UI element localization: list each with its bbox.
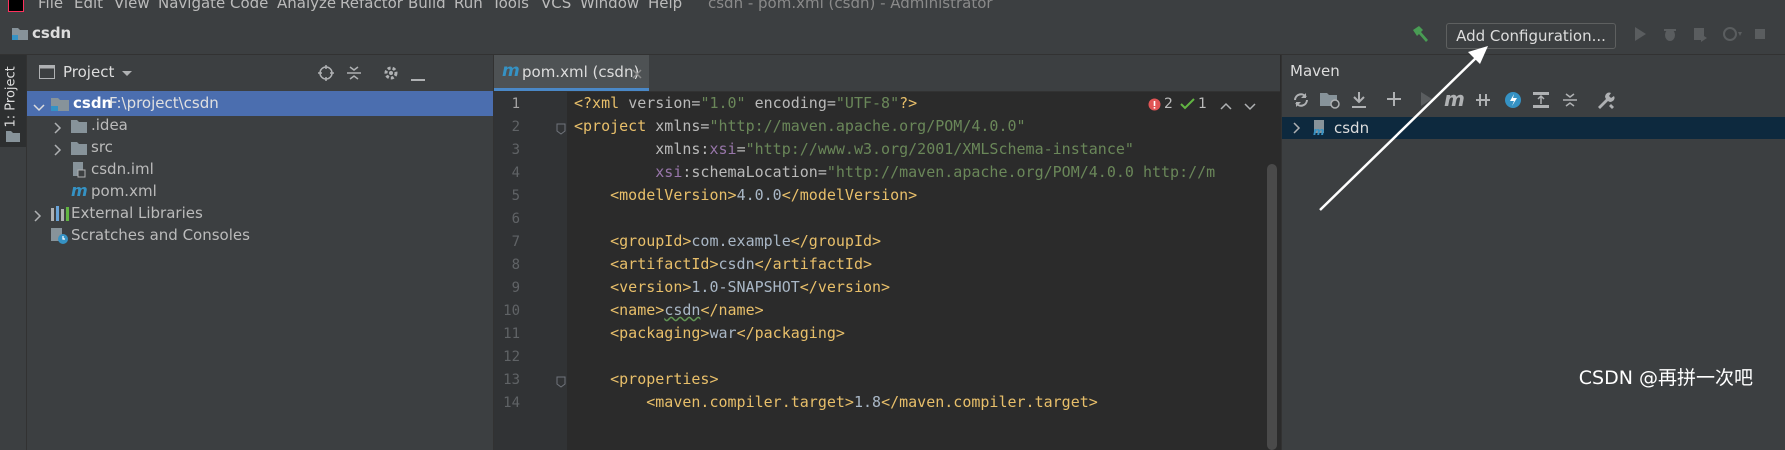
line-number: 12: [503, 349, 520, 365]
menu-help[interactable]: Help: [648, 0, 682, 12]
project-view-icon: [39, 65, 55, 83]
project-panel-header: Project: [27, 55, 493, 90]
error-icon: [1148, 98, 1161, 115]
menu-file[interactable]: File: [38, 0, 63, 12]
line-number: 5: [511, 188, 520, 204]
tree-root-path: F:\project\csdn: [109, 94, 219, 112]
fold-icon[interactable]: [556, 376, 566, 392]
tree-item-label: pom.xml: [91, 182, 157, 200]
tree-item-scratches[interactable]: Scratches and Consoles: [27, 223, 493, 248]
menu-analyze[interactable]: Analyze: [277, 0, 336, 12]
line-number: 4: [511, 165, 520, 181]
line-number: 13: [503, 372, 520, 388]
menu-view[interactable]: View: [114, 0, 150, 12]
tree-root-label: csdn: [73, 94, 113, 112]
line-number: 8: [511, 257, 520, 273]
menu-tools[interactable]: Tools: [492, 0, 529, 12]
menu-build[interactable]: Build: [408, 0, 446, 12]
navigation-bar: csdn Add Configuration...: [0, 14, 1785, 55]
inspection-widget[interactable]: 2 1: [1144, 93, 1262, 117]
line-number: 6: [511, 211, 520, 227]
minimize-icon[interactable]: [411, 71, 425, 87]
breadcrumb-project[interactable]: csdn: [32, 24, 71, 42]
menu-vcs[interactable]: VCS: [541, 0, 571, 12]
editor-tabs: m pom.xml (csdn): [494, 55, 1280, 92]
tree-item-label: csdn.iml: [91, 160, 154, 178]
menu-run[interactable]: Run: [454, 0, 483, 12]
gear-icon[interactable]: [382, 64, 400, 86]
menu-code[interactable]: Code: [230, 0, 268, 12]
editor-scrollbar[interactable]: [1264, 92, 1280, 450]
annotation-arrow: [1319, 46, 1488, 211]
code-line: <maven.compiler.target>1.8</maven.compil…: [646, 393, 1098, 411]
window-title: csdn - pom.xml (csdn) - Administrator: [708, 0, 993, 12]
skip-tests-icon[interactable]: [1504, 91, 1522, 113]
code-line: <modelVersion>4.0.0</modelVersion>: [610, 186, 918, 204]
fold-icon[interactable]: [556, 123, 566, 139]
tab-label: pom.xml (csdn): [522, 63, 640, 81]
tab-pom-xml[interactable]: m pom.xml (csdn): [494, 55, 649, 91]
chevron-up-icon[interactable]: [1220, 100, 1232, 116]
line-number: 1: [511, 96, 520, 112]
line-number: 10: [503, 303, 520, 319]
menu-window[interactable]: Window: [580, 0, 639, 12]
tree-item-label: Scratches and Consoles: [71, 226, 250, 244]
project-tool-tab-label: 1: Project: [3, 66, 19, 128]
watermark: CSDN @再拼一次吧: [1578, 367, 1753, 389]
profile-icon[interactable]: [1722, 26, 1744, 46]
run-icon[interactable]: [1632, 26, 1648, 46]
check-icon: [1180, 97, 1196, 115]
maven-file-icon: m: [71, 181, 88, 200]
coverage-icon[interactable]: [1692, 26, 1708, 46]
stop-icon[interactable]: [1752, 26, 1768, 46]
project-panel-title[interactable]: Project: [63, 63, 114, 81]
show-dependencies-icon[interactable]: [1532, 91, 1550, 113]
left-tool-strip: 1: Project: [0, 55, 27, 450]
maven-file-icon: m: [502, 61, 520, 81]
line-number: 3: [511, 142, 520, 158]
tree-item-label: External Libraries: [71, 204, 203, 222]
ok-count: 1: [1198, 96, 1207, 112]
line-number: 9: [511, 280, 520, 296]
menu-edit[interactable]: Edit: [74, 0, 103, 12]
wrench-icon[interactable]: [1596, 91, 1616, 113]
line-number: 14: [503, 395, 520, 411]
chevron-down-icon[interactable]: [1244, 100, 1256, 116]
code-line: <packaging>war</packaging>: [610, 324, 845, 342]
project-panel: Project csdn F:\project\csdn .idea src c…: [27, 55, 494, 450]
project-folder-icon: [6, 130, 20, 146]
scratches-icon: [51, 228, 69, 248]
debug-icon[interactable]: [1662, 26, 1678, 46]
collapse-all-icon[interactable]: [346, 64, 362, 86]
code-editor[interactable]: <?xml version="1.0" encoding="UTF-8"?> <…: [574, 92, 1264, 450]
project-folder-icon: [12, 26, 28, 44]
tree-item-label: src: [91, 138, 113, 156]
editor-area: m pom.xml (csdn) 1 2 3 4 5 6 7 8 9 10 11…: [494, 55, 1280, 450]
chevron-down-icon[interactable]: [121, 67, 133, 83]
tree-item-label: .idea: [91, 116, 128, 134]
close-icon[interactable]: [632, 67, 642, 83]
intellij-logo-icon: [8, 0, 24, 12]
line-number: 7: [511, 234, 520, 250]
menu-refactor[interactable]: Refactor: [340, 0, 403, 12]
locate-file-icon[interactable]: [317, 64, 335, 86]
menu-bar: File Edit View Navigate Code Analyze Ref…: [0, 0, 1785, 14]
error-count: 2: [1164, 96, 1173, 112]
line-number: 11: [503, 326, 520, 342]
project-tool-tab[interactable]: 1: Project: [0, 55, 26, 147]
menu-navigate[interactable]: Navigate: [158, 0, 225, 12]
collapse-all-icon[interactable]: [1562, 91, 1578, 113]
line-number: 2: [511, 119, 520, 135]
line-gutter: 1 2 3 4 5 6 7 8 9 10 11 12 13 14: [494, 92, 567, 450]
scrollbar-thumb[interactable]: [1267, 164, 1277, 450]
